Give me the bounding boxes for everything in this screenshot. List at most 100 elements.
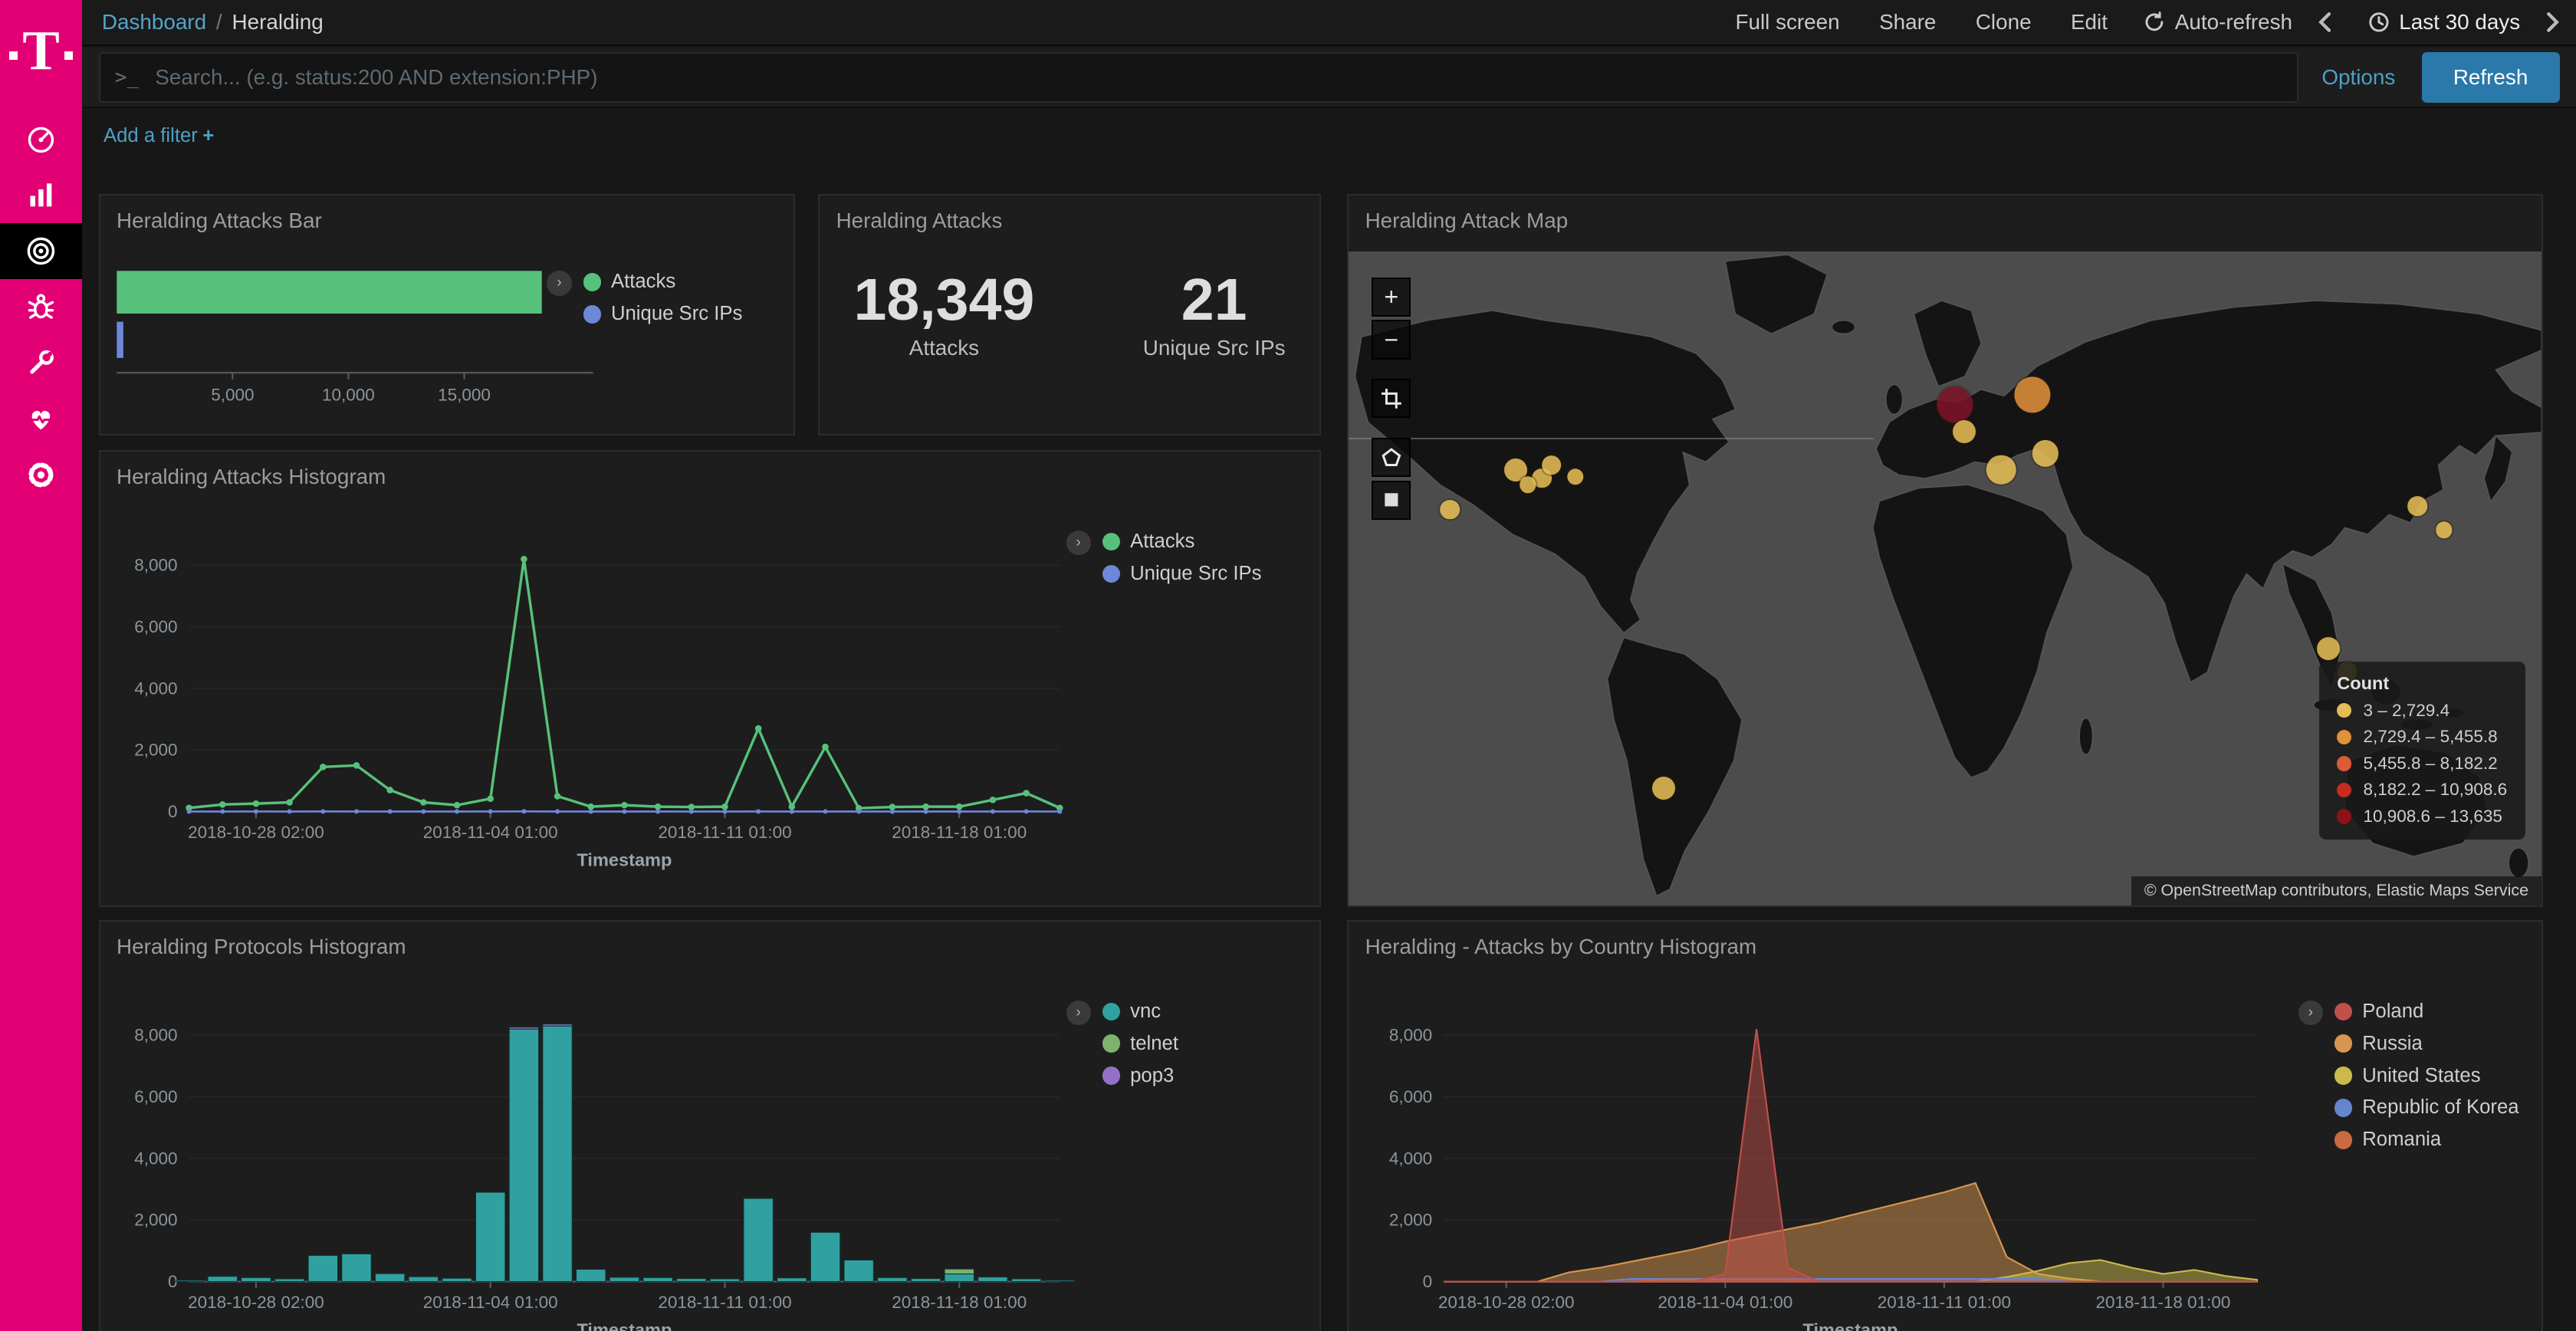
legend-item[interactable]: Attacks: [1102, 531, 1262, 553]
svg-text:2018-10-28 02:00: 2018-10-28 02:00: [188, 1293, 324, 1312]
map-point[interactable]: [2317, 637, 2340, 660]
time-back-button[interactable]: [2318, 12, 2331, 32]
filter-bar: Add a filter+: [82, 108, 2576, 164]
bar-chart-icon: [25, 179, 58, 212]
map-canvas[interactable]: + − Count 3 – 2,729.42,729.4 – 5,455.85,…: [1349, 251, 2542, 905]
search-input[interactable]: [152, 64, 2282, 91]
svg-text:2,000: 2,000: [134, 1210, 177, 1229]
logo-dot: [64, 51, 73, 60]
svg-text:2018-11-11 01:00: 2018-11-11 01:00: [658, 823, 791, 842]
panel-title: Heralding Protocols Histogram: [100, 922, 1319, 959]
protocols-histogram-chart[interactable]: 02,0004,0006,0008,0002018-10-28 02:00201…: [113, 988, 1116, 1331]
map-point[interactable]: [2032, 440, 2058, 466]
breadcrumb-dashboard-link[interactable]: Dashboard: [102, 10, 206, 35]
legend-color-dot: [583, 305, 602, 324]
legend-item[interactable]: Unique Src IPs: [1102, 563, 1262, 585]
sidebar-item-tools[interactable]: [0, 335, 82, 391]
map-point[interactable]: [1953, 420, 1976, 443]
share-button[interactable]: Share: [1879, 10, 1936, 35]
svg-text:10,000: 10,000: [322, 386, 375, 405]
draw-polygon-button[interactable]: [1372, 438, 1411, 477]
sidebar-item-cockpit[interactable]: [0, 112, 82, 168]
fit-bounds-button[interactable]: [1372, 379, 1411, 418]
legend-toggle-icon[interactable]: ›: [1066, 531, 1091, 555]
map-attribution[interactable]: © OpenStreetMap contributors, Elastic Ma…: [2131, 876, 2542, 905]
map-point[interactable]: [1567, 468, 1583, 485]
legend-item: 10,908.6 – 13,635: [2337, 807, 2507, 827]
time-forward-button[interactable]: [2546, 12, 2559, 32]
metric-group: 18,349 Attacks 21 Unique Src IPs: [820, 268, 1319, 434]
map-point[interactable]: [1441, 500, 1460, 520]
clone-button[interactable]: Clone: [1976, 10, 2032, 35]
attacks-histogram-chart[interactable]: 02,0004,0006,0008,0002018-10-28 02:00201…: [113, 518, 1116, 873]
sidebar-item-analytics[interactable]: [0, 168, 82, 224]
sidebar-item-health[interactable]: [0, 391, 82, 447]
wrench-icon: [25, 347, 58, 380]
country-histogram-chart[interactable]: 02,0004,0006,0008,0002018-10-28 02:00201…: [1362, 988, 2315, 1331]
svg-text:0: 0: [168, 802, 178, 821]
panel-title: Heralding Attacks Histogram: [100, 452, 1319, 489]
sidebar-item-kibana[interactable]: [0, 223, 82, 279]
legend-toggle-icon[interactable]: ›: [547, 271, 571, 295]
metric-value: 18,349: [853, 268, 1034, 333]
chart-legend: › Poland Russia United States Republic of K…: [2298, 1001, 2519, 1151]
logo-t: T: [22, 23, 60, 79]
draw-rectangle-button[interactable]: [1372, 481, 1411, 520]
chevron-left-icon: [2318, 12, 2331, 32]
svg-text:6,000: 6,000: [134, 617, 177, 636]
legend-item[interactable]: Romania: [2334, 1129, 2519, 1151]
legend-color-dot: [2337, 783, 2351, 797]
map-point[interactable]: [2407, 497, 2427, 517]
map-point[interactable]: [1542, 455, 1562, 475]
sidebar-item-settings[interactable]: [0, 447, 82, 503]
legend-item[interactable]: Attacks: [583, 271, 743, 293]
map-point[interactable]: [1937, 387, 1973, 423]
legend-color-dot: [2337, 730, 2351, 744]
svg-text:8,000: 8,000: [134, 1025, 177, 1044]
legend-item: 2,729.4 – 5,455.8: [2337, 727, 2507, 747]
sidebar-item-spiderfoot[interactable]: [0, 279, 82, 335]
svg-text:2018-10-28 02:00: 2018-10-28 02:00: [1438, 1293, 1575, 1312]
time-range-button[interactable]: Last 30 days: [2368, 10, 2521, 35]
map-point[interactable]: [1986, 455, 2016, 485]
legend-item[interactable]: pop3: [1102, 1065, 1178, 1087]
metric-value: 21: [1181, 268, 1247, 333]
options-link[interactable]: Options: [2321, 65, 2395, 90]
refresh-button[interactable]: Refresh: [2422, 52, 2560, 103]
metric-label: Unique Src IPs: [1143, 336, 1286, 360]
panel-heralding-protocols-histogram: Heralding Protocols Histogram 02,0004,00…: [99, 920, 1321, 1331]
legend-item[interactable]: telnet: [1102, 1033, 1178, 1055]
panel-heralding-attack-map: Heralding Attack Map: [1347, 194, 2543, 907]
zoom-out-button[interactable]: −: [1372, 320, 1411, 359]
legend-item[interactable]: Unique Src IPs: [583, 303, 743, 325]
map-point[interactable]: [1520, 477, 1536, 493]
search-box: >_: [99, 52, 2299, 103]
legend-item[interactable]: Poland: [2334, 1001, 2519, 1023]
map-count-legend: Count 3 – 2,729.42,729.4 – 5,455.85,455.…: [2319, 662, 2525, 840]
panel-heralding-attacks-metric: Heralding Attacks 18,349 Attacks 21 Uniq…: [818, 194, 1321, 435]
legend-title: Count: [2337, 673, 2507, 694]
svg-text:4,000: 4,000: [1389, 1149, 1432, 1168]
legend-color-dot: [583, 273, 602, 291]
legend-item[interactable]: Russia: [2334, 1033, 2519, 1055]
legend-item[interactable]: vnc: [1102, 1001, 1178, 1023]
legend-item[interactable]: Republic of Korea: [2334, 1096, 2519, 1119]
legend-toggle-icon[interactable]: ›: [2298, 1001, 2323, 1025]
legend-color-dot: [1102, 1066, 1121, 1085]
auto-refresh-button[interactable]: Auto-refresh: [2144, 10, 2292, 35]
edit-button[interactable]: Edit: [2071, 10, 2108, 35]
map-point[interactable]: [1652, 777, 1675, 800]
legend-toggle-icon[interactable]: ›: [1066, 1001, 1091, 1025]
map-point[interactable]: [2436, 521, 2452, 537]
polygon-icon: [1382, 448, 1401, 468]
t-mobile-logo[interactable]: T: [0, 0, 82, 102]
legend-item[interactable]: United States: [2334, 1065, 2519, 1087]
panel-title: Heralding - Attacks by Country Histogram: [1349, 922, 2542, 959]
full-screen-button[interactable]: Full screen: [1735, 10, 1839, 35]
svg-text:2018-11-04 01:00: 2018-11-04 01:00: [1658, 1293, 1793, 1312]
map-point[interactable]: [2014, 376, 2050, 412]
legend-color-dot: [1102, 533, 1121, 551]
add-filter-button[interactable]: Add a filter+: [104, 125, 214, 147]
zoom-in-button[interactable]: +: [1372, 278, 1411, 317]
clock-icon: [2368, 12, 2390, 33]
